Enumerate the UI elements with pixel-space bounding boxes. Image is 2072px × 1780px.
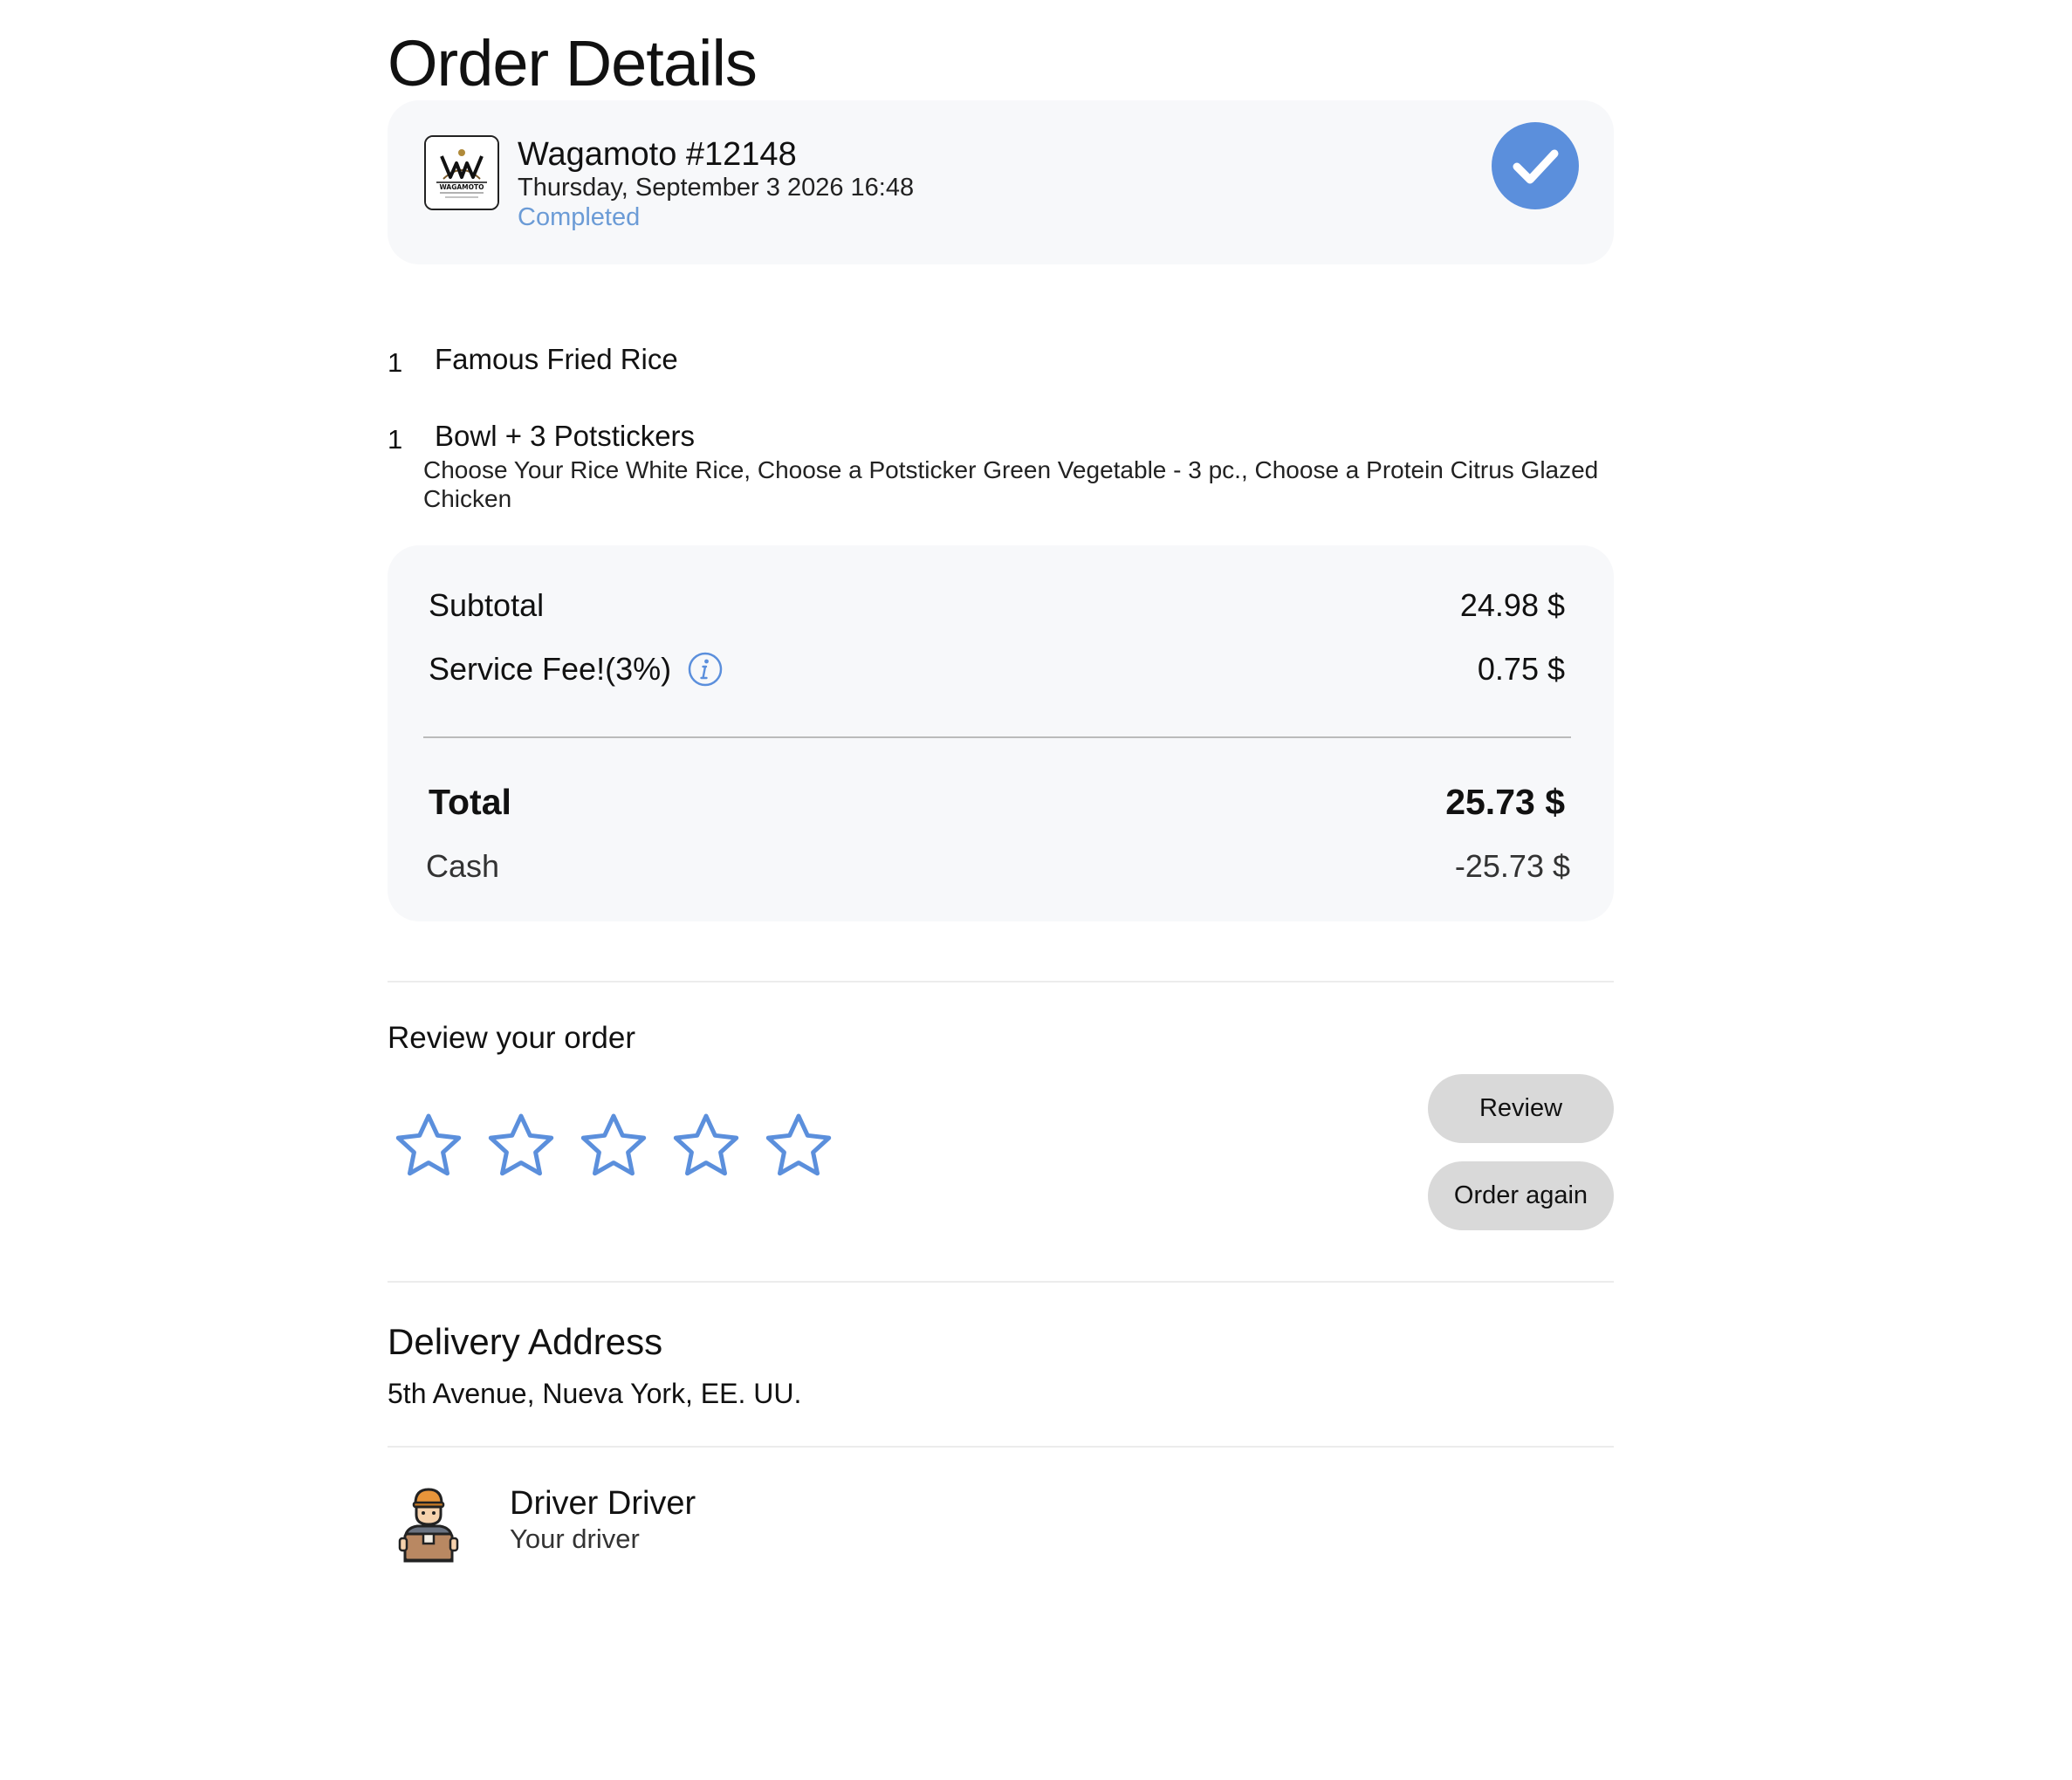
service-fee-value: 0.75 $ — [1477, 651, 1565, 687]
review-button[interactable]: Review — [1428, 1074, 1614, 1143]
total-value: 25.73 $ — [1445, 782, 1565, 822]
restaurant-name: Wagamoto #12148 — [518, 136, 797, 173]
totals-card: Subtotal 24.98 $ Service Fee!(3%) 0.75 $… — [388, 545, 1614, 921]
order-status: Completed — [518, 203, 641, 231]
driver-name: Driver Driver — [510, 1485, 696, 1522]
section-divider — [388, 1446, 1614, 1448]
star-outline-icon[interactable] — [763, 1111, 834, 1182]
item-options: Choose Your Rice White Rice, Choose a Po… — [423, 456, 1599, 512]
total-label: Total — [429, 782, 511, 822]
review-title: Review your order — [388, 1021, 635, 1055]
order-date: Thursday, September 3 2026 16:48 — [518, 174, 915, 202]
star-outline-icon[interactable] — [393, 1111, 464, 1182]
item-name: Famous Fried Rice — [435, 343, 678, 375]
logo-text: WAGAMOTO — [439, 183, 484, 191]
delivery-address: 5th Avenue, Nueva York, EE. UU. — [388, 1378, 802, 1409]
subtotal-label: Subtotal — [429, 587, 545, 623]
section-divider — [388, 981, 1614, 982]
star-outline-icon[interactable] — [578, 1111, 649, 1182]
cash-label: Cash — [426, 848, 500, 884]
star-outline-icon[interactable] — [670, 1111, 742, 1182]
section-divider — [388, 1281, 1614, 1283]
page-title: Order Details — [388, 27, 758, 99]
order-again-button[interactable]: Order again — [1428, 1161, 1614, 1230]
delivery-driver-icon — [396, 1486, 461, 1564]
driver-role: Your driver — [510, 1523, 640, 1554]
star-outline-icon[interactable] — [485, 1111, 557, 1182]
info-icon[interactable] — [687, 651, 724, 688]
cash-value: -25.73 $ — [1454, 848, 1570, 884]
subtotal-value: 24.98 $ — [1459, 587, 1565, 623]
restaurant-logo: WAGAMOTO — [424, 135, 499, 210]
delivery-title: Delivery Address — [388, 1321, 663, 1362]
item-name: Bowl + 3 Potstickers — [435, 420, 696, 452]
check-circle-icon — [1492, 122, 1579, 209]
item-quantity: 1 — [388, 347, 403, 378]
order-header-card: WAGAMOTO Wagamoto #12148 Thursday, Septe… — [388, 100, 1614, 264]
star-rating — [393, 1111, 834, 1186]
item-quantity: 1 — [388, 424, 403, 455]
totals-divider — [423, 736, 1571, 738]
service-fee-label: Service Fee!(3%) — [429, 651, 672, 687]
